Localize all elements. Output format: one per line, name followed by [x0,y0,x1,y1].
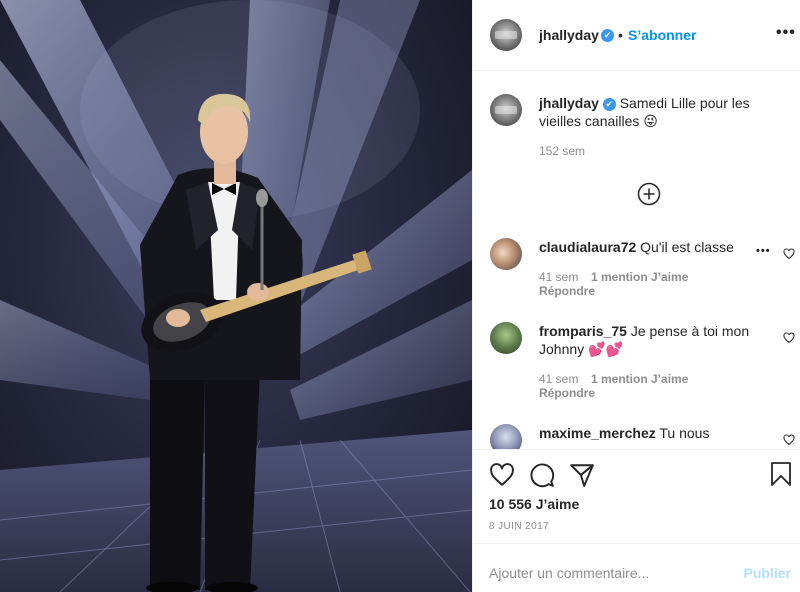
reply-button[interactable]: Répondre [539,284,595,298]
comment-timestamp[interactable]: 41 sem [539,270,578,284]
comment-timestamp[interactable]: 41 sem [539,372,578,386]
follow-button[interactable]: S’abonner [628,27,696,43]
avatar[interactable] [490,424,522,449]
post-photo[interactable] [0,0,472,592]
bookmark-icon[interactable] [769,461,793,487]
comment-likes[interactable]: 1 mention J’aime [591,270,688,284]
comment-body: Tu nous [659,425,710,441]
post-header: jhallyday ✔ • S’abonner ••• [473,0,800,71]
comment-body: Qu'il est classe [640,239,734,255]
avatar[interactable] [490,94,522,126]
avatar[interactable] [490,322,522,354]
separator-dot: • [618,27,623,43]
comment-options-icon[interactable]: ••• [756,245,771,257]
comment-bubble-icon[interactable] [529,462,555,488]
comments-list[interactable]: jhallyday ✔ Samedi Lille pour les vieill… [473,71,800,449]
plus-circle-icon[interactable] [637,182,661,206]
caption-username[interactable]: jhallyday [539,95,599,111]
publish-button[interactable]: Publier [744,565,791,581]
likes-count[interactable]: 10 556 J’aime [489,496,579,512]
post-side-panel: jhallyday ✔ • S’abonner ••• jhallyday ✔ … [472,0,800,592]
verified-badge-icon: ✔ [601,29,614,42]
caption-timestamp[interactable]: 152 sem [539,144,585,158]
paper-plane-icon[interactable] [569,462,595,488]
post-photo-illustration [0,0,472,592]
avatar[interactable] [490,238,522,270]
caption-text: jhallyday ✔ Samedi Lille pour les vieill… [539,94,769,130]
avatar[interactable] [490,19,522,51]
comment-username[interactable]: maxime_merchez [539,425,656,441]
heart-icon[interactable] [783,434,795,446]
reply-button[interactable]: Répondre [539,386,595,400]
comment-likes[interactable]: 1 mention J’aime [591,372,688,386]
comment-input[interactable]: Ajouter un commentaire... [489,565,649,581]
comment-text: fromparis_75 Je pense à toi mon Johnny 💕… [539,322,769,358]
header-username[interactable]: jhallyday [539,27,599,43]
instagram-post: jhallyday ✔ • S’abonner ••• jhallyday ✔ … [0,0,800,592]
verified-badge-icon: ✔ [602,98,616,111]
post-date[interactable]: 8 JUIN 2017 [489,521,549,532]
comment-text: maxime_merchez Tu nous [539,424,769,442]
heart-icon[interactable] [783,248,795,260]
comment-text: claudialaura72 Qu'il est classe [539,238,749,256]
heart-icon[interactable] [489,462,515,488]
heart-icon[interactable] [783,332,795,344]
more-options-icon[interactable]: ••• [776,24,796,42]
comment-username[interactable]: claudialaura72 [539,239,636,255]
comment-username[interactable]: fromparis_75 [539,323,627,339]
add-comment-bar: Ajouter un commentaire... Publier [473,543,800,592]
